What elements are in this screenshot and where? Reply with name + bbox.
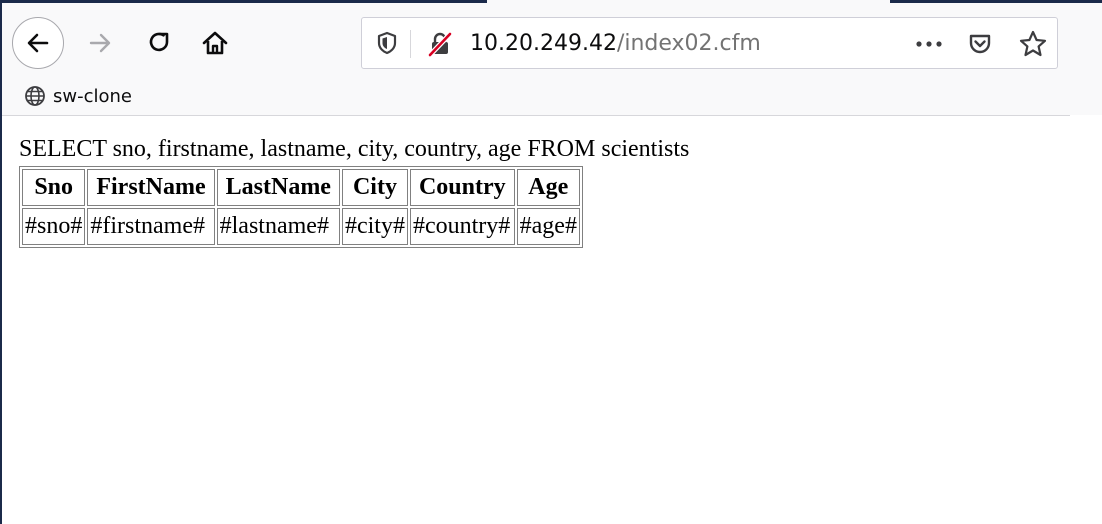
sql-query-text: SELECT sno, firstname, lastname, city, c… — [19, 136, 690, 162]
reload-icon — [149, 32, 169, 52]
column-header-country: Country — [409, 169, 515, 206]
url-bar[interactable]: 10.20.249.42/index02.cfm — [361, 17, 1058, 69]
back-button[interactable] — [12, 17, 64, 69]
column-header-age: Age — [516, 169, 580, 206]
toolbar-overflow-area — [1070, 3, 1102, 115]
back-arrow-icon — [27, 33, 49, 53]
page-actions-more-icon[interactable] — [912, 30, 946, 58]
cell-firstname: #firstname# — [87, 208, 215, 245]
forward-button[interactable] — [82, 25, 118, 61]
column-header-firstname: FirstName — [87, 169, 215, 206]
tracking-protection-shield-icon[interactable] — [374, 30, 400, 56]
table-row: #sno# #firstname# #lastname# #city# #cou… — [22, 208, 580, 245]
url-bar-separator — [410, 30, 411, 58]
bookmark-label: sw-clone — [53, 85, 132, 107]
cell-city: #city# — [341, 208, 408, 245]
page-content: SELECT sno, firstname, lastname, city, c… — [2, 116, 1102, 524]
home-button[interactable] — [197, 25, 233, 61]
bookmarks-toolbar: sw-clone — [2, 76, 1070, 116]
insecure-connection-lock-icon[interactable] — [426, 30, 454, 58]
url-text[interactable]: 10.20.249.42/index02.cfm — [470, 18, 761, 70]
column-header-city: City — [341, 169, 408, 206]
bookmark-sw-clone[interactable]: sw-clone — [24, 82, 132, 110]
home-icon — [202, 31, 228, 55]
url-path: /index02.cfm — [616, 31, 761, 56]
column-header-lastname: LastName — [216, 169, 340, 206]
cell-lastname: #lastname# — [216, 208, 340, 245]
bookmark-star-icon[interactable] — [1018, 29, 1048, 59]
cell-age: #age# — [516, 208, 580, 245]
column-header-sno: Sno — [22, 169, 86, 206]
cell-country: #country# — [409, 208, 515, 245]
pocket-icon[interactable] — [966, 30, 994, 58]
reload-button[interactable] — [142, 25, 178, 61]
navigation-toolbar: 10.20.249.42/index02.cfm — [2, 3, 1070, 76]
globe-icon — [25, 86, 45, 106]
results-table: Sno FirstName LastName City Country Age … — [19, 166, 583, 248]
table-header-row: Sno FirstName LastName City Country Age — [22, 169, 580, 206]
cell-sno: #sno# — [22, 208, 86, 245]
forward-arrow-icon — [89, 33, 111, 53]
url-host: 10.20.249.42 — [470, 31, 617, 56]
